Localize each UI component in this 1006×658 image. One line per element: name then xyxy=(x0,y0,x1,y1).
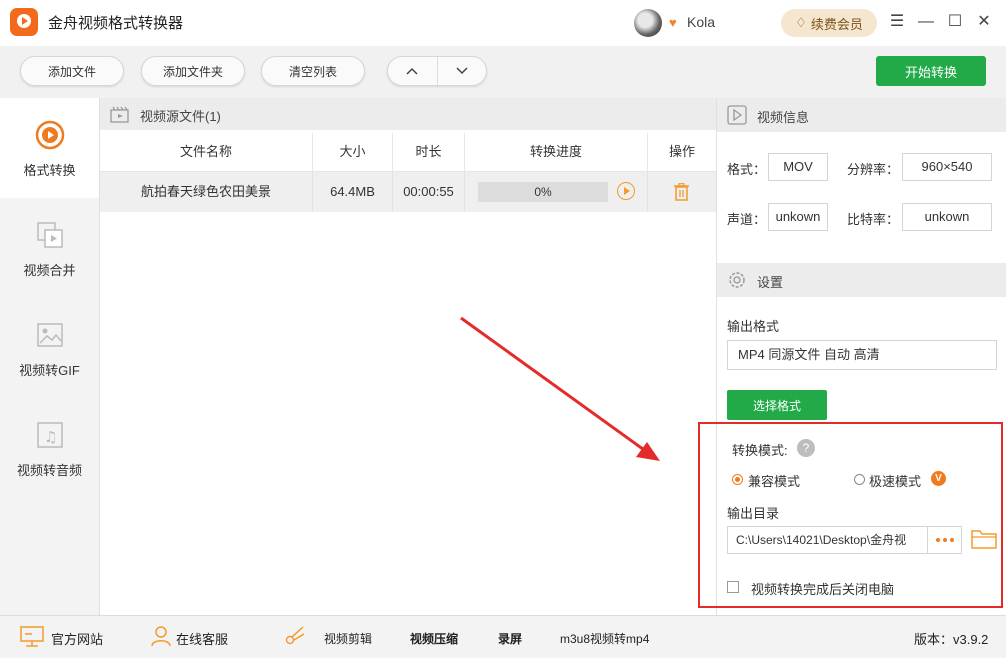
chevron-down-icon xyxy=(456,67,468,75)
official-site-link[interactable]: 官方网站 xyxy=(51,629,103,648)
online-service-link[interactable]: 在线客服 xyxy=(176,629,228,648)
column-header-duration[interactable]: 时长 xyxy=(393,133,465,171)
column-header-size[interactable]: 大小 xyxy=(313,133,393,171)
app-logo-icon xyxy=(10,8,38,36)
close-icon[interactable]: ✕ xyxy=(974,12,994,32)
settings-title: 设置 xyxy=(757,275,784,290)
settings-header: 设置 xyxy=(717,263,1006,297)
start-convert-button[interactable]: 开始转换 xyxy=(876,56,986,86)
video-to-audio-icon: ♫ xyxy=(35,420,65,450)
title-bar: 金舟视频格式转换器 ♥ Kola ♢ 续费会员 ☰ — ☐ ✕ xyxy=(0,0,1006,46)
progress-text: 0% xyxy=(534,185,552,199)
website-icon xyxy=(20,626,44,647)
toolbar: 添加文件 添加文件夹 清空列表 开始转换 xyxy=(0,46,1006,99)
screen-record-link[interactable]: 录屏 xyxy=(498,630,522,647)
column-header-progress[interactable]: 转换进度 xyxy=(465,133,648,171)
file-name: 航拍春天绿色农田美景 xyxy=(100,172,313,212)
video-info-icon xyxy=(727,105,747,125)
avatar[interactable] xyxy=(634,9,662,37)
move-down-button[interactable] xyxy=(438,57,487,85)
video-edit-icon xyxy=(285,626,305,645)
channel-label: 声道： xyxy=(727,212,767,227)
menu-icon[interactable]: ☰ xyxy=(887,12,907,32)
resolution-value: 960×540 xyxy=(902,153,992,181)
format-label: 格式： xyxy=(727,162,767,177)
format-convert-icon xyxy=(35,120,65,150)
sidebar: 格式转换 视频合并 视频转GIF ♫ 视频转音频 xyxy=(0,98,100,615)
version-text: 版本：v3.9.2 xyxy=(914,632,989,647)
move-buttons xyxy=(387,56,487,86)
sidebar-item-label: 视频转GIF xyxy=(19,363,80,378)
chevron-up-icon xyxy=(406,67,418,75)
file-table-header: 文件名称 大小 时长 转换进度 操作 xyxy=(100,133,716,172)
file-duration: 00:00:55 xyxy=(393,172,465,212)
output-format-field[interactable]: MP4 同源文件 自动 高清 xyxy=(727,340,997,370)
renew-vip-label: 续费会员 xyxy=(810,16,863,32)
app-title: 金舟视频格式转换器 xyxy=(48,15,184,32)
video-file-icon xyxy=(110,106,129,123)
video-to-gif-icon xyxy=(35,320,65,350)
sidebar-item-label: 格式转换 xyxy=(23,163,76,178)
sidebar-item-video-merge[interactable]: 视频合并 xyxy=(0,198,99,298)
diamond-icon: ♢ xyxy=(795,15,807,30)
bitrate-value: unkown xyxy=(902,203,992,231)
choose-format-button[interactable]: 选择格式 xyxy=(727,390,827,420)
sidebar-item-format-convert[interactable]: 格式转换 xyxy=(0,98,99,198)
video-info-title: 视频信息 xyxy=(757,110,810,125)
highlight-box xyxy=(698,422,1003,608)
move-up-button[interactable] xyxy=(388,57,438,85)
vip-heart-icon: ♥ xyxy=(669,15,677,30)
format-value: MOV xyxy=(768,153,828,181)
username[interactable]: Kola xyxy=(687,14,715,30)
file-size: 64.4MB xyxy=(313,172,393,212)
svg-text:♫: ♫ xyxy=(44,428,57,446)
add-folder-button[interactable]: 添加文件夹 xyxy=(141,56,245,86)
delete-icon[interactable] xyxy=(673,183,690,201)
sidebar-item-video-to-gif[interactable]: 视频转GIF xyxy=(0,298,99,398)
video-compress-link[interactable]: 视频压缩 xyxy=(410,630,458,647)
renew-vip-button[interactable]: ♢ 续费会员 xyxy=(781,9,877,37)
channel-value: unkown xyxy=(768,203,828,231)
video-edit-link[interactable]: 视频剪辑 xyxy=(324,630,372,647)
video-merge-icon xyxy=(35,220,65,250)
add-file-button[interactable]: 添加文件 xyxy=(20,56,124,86)
resolution-label: 分辨率： xyxy=(847,162,900,177)
video-info-header: 视频信息 xyxy=(717,98,1006,132)
sidebar-item-label: 视频转音频 xyxy=(16,463,82,478)
output-format-label: 输出格式 xyxy=(727,319,780,334)
customer-service-icon xyxy=(151,626,171,647)
sidebar-item-video-to-audio[interactable]: ♫ 视频转音频 xyxy=(0,398,99,498)
minimize-icon[interactable]: — xyxy=(916,12,936,32)
annotation-arrow xyxy=(460,316,660,461)
clear-list-button[interactable]: 清空列表 xyxy=(261,56,365,86)
file-list-title: 视频源文件(1) xyxy=(140,109,221,124)
maximize-icon[interactable]: ☐ xyxy=(945,12,965,32)
play-icon[interactable] xyxy=(617,182,635,200)
table-row[interactable]: 航拍春天绿色农田美景 64.4MB 00:00:55 0% xyxy=(100,172,716,212)
progress-cell: 0% xyxy=(465,172,648,212)
gear-icon xyxy=(729,272,745,288)
bottom-bar: 官方网站 在线客服 视频剪辑 视频压缩 录屏 m3u8视频转mp4 版本：v3.… xyxy=(0,615,1006,658)
sidebar-item-label: 视频合并 xyxy=(23,263,76,278)
actions-cell xyxy=(648,172,716,212)
file-list-header: 视频源文件(1) xyxy=(100,98,716,130)
bitrate-label: 比特率： xyxy=(847,212,900,227)
column-header-name[interactable]: 文件名称 xyxy=(100,133,313,171)
m3u8-convert-link[interactable]: m3u8视频转mp4 xyxy=(560,630,649,647)
column-header-actions: 操作 xyxy=(668,144,695,159)
